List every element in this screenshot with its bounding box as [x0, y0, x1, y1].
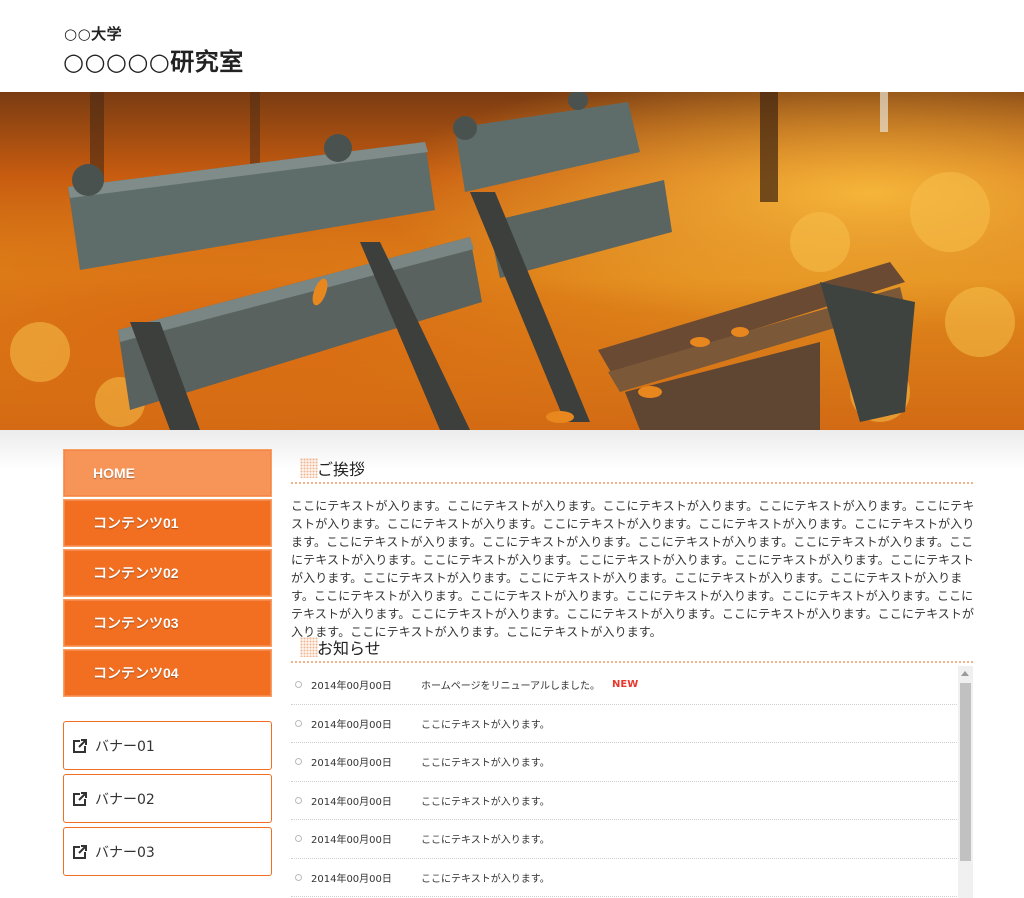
news-heading: お知らせ	[291, 631, 973, 663]
bullet-icon	[295, 681, 302, 689]
news-item[interactable]: 2014年00月00日 ここにテキストが入ります。	[291, 820, 973, 859]
banner-label: バナー01	[95, 738, 155, 755]
hero-image	[0, 92, 1024, 430]
nav-item-contents02[interactable]: コンテンツ02	[63, 549, 272, 597]
nav-item-contents04[interactable]: コンテンツ04	[63, 649, 272, 697]
greeting-heading-text: ご挨拶	[317, 460, 366, 479]
banner-02[interactable]: バナー02	[63, 774, 272, 823]
news-list: 2014年00月00日 ホームページをリニューアルしました。 NEW 2014年…	[291, 666, 973, 898]
lab-title[interactable]: ○○○○○研究室	[63, 42, 244, 77]
news-date: 2014年00月00日	[311, 873, 392, 885]
university-name: ○○大学	[64, 25, 123, 43]
sidebar-nav: HOME コンテンツ01 コンテンツ02 コンテンツ03 コンテンツ04	[63, 449, 272, 699]
bullet-icon	[295, 758, 302, 766]
news-item[interactable]: 2014年00月00日 ここにテキストが入ります。	[291, 705, 973, 743]
banner-label: バナー02	[95, 791, 155, 808]
external-link-icon	[73, 791, 87, 806]
external-link-icon	[73, 738, 87, 753]
news-date: 2014年00月00日	[311, 835, 392, 847]
news-text: ここにテキストが入ります。	[421, 835, 550, 847]
bullet-icon	[295, 719, 302, 727]
news-date: 2014年00月00日	[311, 758, 392, 770]
scrollbar-thumb[interactable]	[960, 683, 971, 861]
news-date: 2014年00月00日	[311, 681, 392, 693]
banner-03[interactable]: バナー03	[63, 827, 272, 876]
nav-item-contents03[interactable]: コンテンツ03	[63, 599, 272, 647]
news-item[interactable]: 2014年00月00日 ホームページをリニューアルしました。 NEW	[291, 666, 973, 705]
bullet-icon	[295, 796, 302, 804]
news-scrollbar[interactable]	[958, 666, 973, 898]
news-item[interactable]: 2014年00月00日 ここにテキストが入ります。	[291, 743, 973, 782]
bullet-icon	[295, 835, 302, 843]
bullet-icon	[295, 873, 302, 881]
news-text: ここにテキストが入ります。	[421, 873, 550, 885]
news-item[interactable]: 2014年00月00日 ここにテキストが入ります。	[291, 859, 973, 897]
heading-dot-mark	[300, 637, 318, 657]
banner-label: バナー03	[95, 844, 155, 861]
banner-01[interactable]: バナー01	[63, 721, 272, 770]
heading-dot-mark	[300, 458, 318, 478]
news-heading-text: お知らせ	[317, 639, 381, 658]
news-date: 2014年00月00日	[311, 796, 392, 808]
news-text: ここにテキストが入ります。	[421, 796, 550, 808]
external-link-icon	[73, 844, 87, 859]
news-text: ホームページをリニューアルしました。	[421, 681, 600, 693]
new-badge: NEW	[612, 679, 639, 691]
greeting-heading: ご挨拶	[291, 452, 973, 484]
news-item[interactable]: 2014年00月00日 ここにテキストが入ります。	[291, 782, 973, 820]
site-header: ○○大学 ○○○○○研究室	[0, 0, 1024, 92]
news-text: ここにテキストが入ります。	[421, 719, 550, 731]
news-date: 2014年00月00日	[311, 719, 392, 731]
news-text: ここにテキストが入ります。	[421, 758, 550, 770]
nav-item-contents01[interactable]: コンテンツ01	[63, 499, 272, 547]
nav-item-home[interactable]: HOME	[63, 449, 272, 497]
scroll-up-arrow-icon[interactable]	[961, 671, 969, 676]
greeting-body: ここにテキストが入ります。ここにテキストが入ります。ここにテキストが入ります。こ…	[291, 499, 975, 639]
banner-list: バナー01 バナー02 バナー03	[63, 721, 272, 880]
